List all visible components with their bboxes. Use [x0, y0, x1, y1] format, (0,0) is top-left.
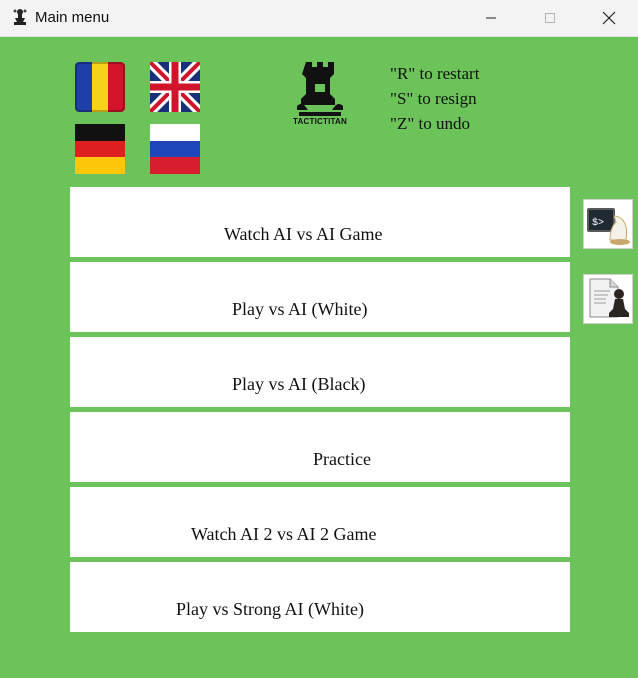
- watch-ai2-vs-ai2-button[interactable]: Watch AI 2 vs AI 2 Game: [70, 487, 570, 557]
- menu-button-label: Practice: [313, 449, 371, 469]
- practice-button[interactable]: Practice: [70, 412, 570, 482]
- console-button[interactable]: $>: [583, 199, 633, 249]
- close-button[interactable]: [586, 0, 632, 36]
- menu-button-label: Play vs Strong AI (White): [176, 599, 364, 619]
- menu-button-label: Watch AI 2 vs AI 2 Game: [191, 524, 377, 544]
- document-button[interactable]: [583, 274, 633, 324]
- main-menu-window: Main menu TACTICTITAN "R" to restart "S"…: [0, 0, 638, 678]
- terminal-knight-icon: $>: [587, 208, 630, 245]
- language-russian-button[interactable]: [150, 124, 200, 174]
- app-icon: [13, 9, 27, 25]
- uk-flag-icon: [150, 62, 200, 112]
- menu-button-label: Play vs AI (White): [232, 299, 368, 319]
- russia-flag-icon: [150, 124, 200, 174]
- language-english-button[interactable]: [150, 62, 200, 112]
- play-vs-ai-white-button[interactable]: Play vs AI (White): [70, 262, 570, 332]
- close-icon: [602, 11, 616, 25]
- logo-text: TACTICTITAN: [293, 117, 347, 126]
- window-title: Main menu: [35, 9, 110, 26]
- menu-button-label: Play vs AI (Black): [232, 374, 366, 394]
- minimize-button[interactable]: [468, 0, 514, 36]
- romania-flag-icon: [75, 62, 125, 112]
- play-vs-strong-ai-white-button[interactable]: Play vs Strong AI (White): [70, 562, 570, 632]
- hint-restart: "R" to restart: [390, 64, 480, 83]
- title-bar[interactable]: Main menu: [0, 0, 638, 37]
- minimize-icon: [486, 17, 496, 19]
- maximize-icon: [545, 13, 555, 23]
- document-pawn-icon: [589, 278, 629, 318]
- language-german-button[interactable]: [75, 124, 125, 174]
- menu-button-label: Watch AI vs AI Game: [224, 224, 383, 244]
- germany-flag-icon: [75, 124, 125, 174]
- maximize-button[interactable]: [527, 0, 573, 36]
- watch-ai-vs-ai-button[interactable]: Watch AI vs AI Game: [70, 187, 570, 257]
- hint-undo: "Z" to undo: [390, 114, 470, 133]
- language-romanian-button[interactable]: [75, 62, 125, 112]
- svg-text:$>: $>: [592, 217, 604, 229]
- play-vs-ai-black-button[interactable]: Play vs AI (Black): [70, 337, 570, 407]
- hint-resign: "S" to resign: [390, 89, 477, 108]
